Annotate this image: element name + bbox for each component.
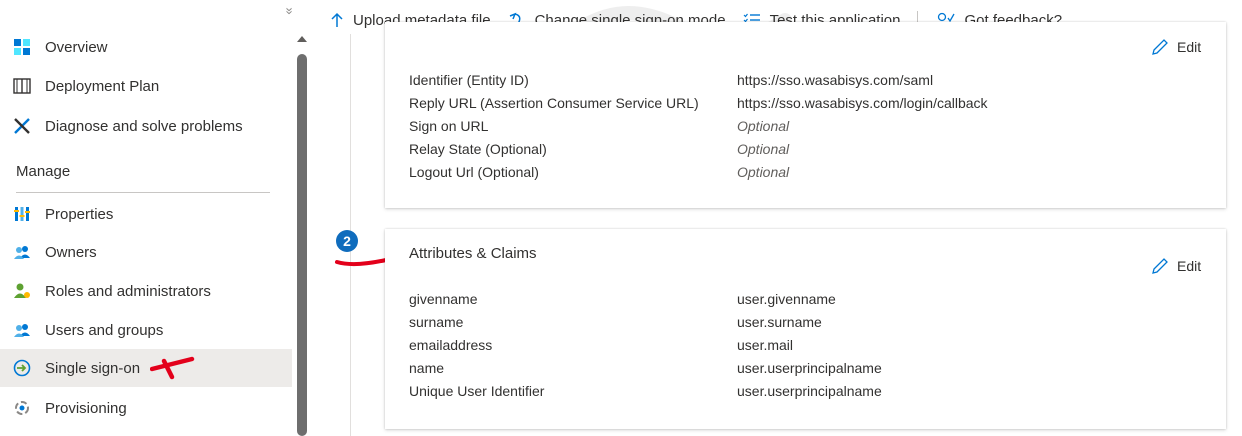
nav-item-label: Provisioning [45,399,127,417]
book-icon [13,77,31,95]
claim-row-key: Unique User Identifier [409,383,545,399]
people-icon [13,321,31,339]
step-number-badge: 2 [336,230,358,252]
wrench-icon [13,117,31,135]
edit-label: Edit [1177,39,1202,55]
nav-item-provisioning[interactable]: Provisioning [0,389,292,427]
saml-row-key: Sign on URL [409,118,489,134]
nav-item-label: Deployment Plan [45,77,160,95]
saml-row-key: Relay State (Optional) [409,141,547,157]
nav-item-label: Single sign-on [45,359,141,377]
left-nav: Overview Deployment Plan Diagnose and so… [0,0,296,436]
nav-item-properties[interactable]: Properties [0,195,292,233]
pencil-icon [1151,38,1169,56]
attributes-edit-button[interactable]: Edit [1151,257,1201,275]
nav-item-users-groups[interactable]: Users and groups [0,311,292,349]
arrow-up-icon [330,12,344,28]
scrollbar-thumb[interactable] [297,54,307,436]
nav-item-label: Users and groups [45,321,164,339]
saml-row-value: Optional [737,164,790,180]
claim-row-value: user.givenname [737,291,836,307]
saml-row-value: https://sso.wasabisys.com/login/callback [737,95,988,111]
nav-item-roles[interactable]: Roles and administrators [0,272,292,310]
claim-row-key: surname [409,314,464,330]
section-divider [16,192,270,193]
nav-item-label: Roles and administrators [45,282,211,300]
saml-config-edit-button[interactable]: Edit [1151,38,1201,56]
claim-row-value: user.surname [737,314,822,330]
people-icon [13,243,31,261]
nav-item-label: Properties [45,205,114,223]
saml-row-key: Logout Url (Optional) [409,164,539,180]
section-heading-manage: Manage [16,163,71,180]
claim-row-key: givenname [409,291,478,307]
saml-row-key: Reply URL (Assertion Consumer Service UR… [409,95,699,111]
nav-item-owners[interactable]: Owners [0,233,292,271]
nav-item-single-sign-on[interactable]: Single sign-on [0,349,292,387]
claim-row-key: name [409,360,445,376]
claim-row-value: user.userprincipalname [737,360,882,376]
nav-item-deployment-plan[interactable]: Deployment Plan [0,67,292,105]
nav-item-overview[interactable]: Overview [0,28,292,66]
claim-row-value: user.mail [737,337,794,353]
attributes-claims-card: Attributes & Claims Edit givenname user.… [385,229,1226,429]
pencil-icon [1151,257,1169,275]
properties-bars-icon [13,205,31,223]
collapse-nav-icon[interactable]: » [283,7,298,11]
scroll-up-arrow-icon[interactable] [297,36,307,42]
edit-label: Edit [1177,258,1202,274]
saml-row-value: Optional [737,118,790,134]
provisioning-icon [13,399,31,417]
sso-icon [13,359,31,377]
claim-row-value: user.userprincipalname [737,383,882,399]
claim-row-key: emailaddress [409,337,493,353]
saml-row-value: https://sso.wasabisys.com/saml [737,72,934,88]
nav-item-label: Diagnose and solve problems [45,117,243,135]
roles-icon [13,282,31,300]
nav-item-label: Owners [45,243,97,261]
saml-row-value: Optional [737,141,790,157]
basic-saml-config-card: Edit Identifier (Entity ID) https://sso.… [385,22,1226,208]
nav-item-label: Overview [45,38,108,56]
nav-item-diagnose[interactable]: Diagnose and solve problems [0,107,292,145]
saml-row-key: Identifier (Entity ID) [409,72,529,88]
overview-grid-icon [13,38,31,56]
card-title: Attributes & Claims [409,245,537,262]
